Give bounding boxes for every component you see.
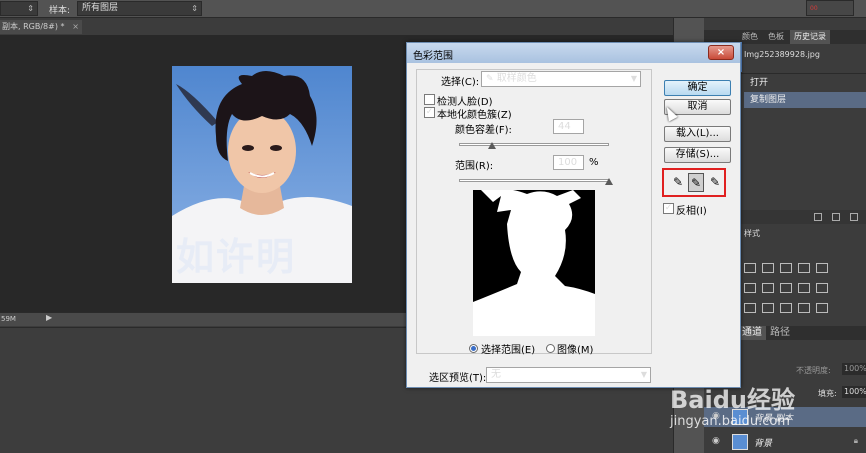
range-slider-thumb[interactable]	[605, 178, 613, 185]
color-balance-icon[interactable]	[762, 283, 774, 293]
hue-icon[interactable]	[744, 283, 756, 293]
brightness-icon[interactable]	[744, 263, 756, 273]
photo-filter-icon[interactable]	[798, 283, 810, 293]
invert-icon[interactable]	[744, 303, 756, 313]
dialog-title: 色彩范围	[413, 51, 453, 62]
preview-dropdown[interactable]: 无 ▼	[486, 367, 651, 383]
chevron-down-icon: ▼	[630, 74, 637, 83]
invert-label: 反相(I)	[676, 206, 707, 217]
tab-paths[interactable]: 路径	[766, 326, 794, 340]
opacity-field[interactable]: 100%	[842, 363, 866, 375]
exposure-icon[interactable]	[798, 263, 810, 273]
eyedropper-icon: ✎	[486, 74, 494, 84]
highlight-box	[662, 168, 726, 197]
image-radio-label: 图像(M)	[557, 345, 594, 356]
document-photo[interactable]: 如许明	[172, 66, 352, 283]
load-button[interactable]: 载入(L)...	[664, 126, 731, 142]
localized-clusters-label: 本地化颜色簇(Z)	[437, 110, 512, 121]
dialog-titlebar[interactable]: 色彩范围 ×	[407, 43, 740, 63]
bw-icon[interactable]	[780, 283, 792, 293]
invert-checkbox[interactable]: ✓	[663, 203, 674, 214]
select-dropdown[interactable]: ✎ 取样颜色 ▼	[481, 71, 641, 87]
range-label: 范围(R):	[455, 161, 494, 172]
close-icon[interactable]: ×	[72, 20, 79, 34]
select-label: 选择(C):	[441, 77, 480, 88]
fuzziness-label: 颜色容差(F):	[455, 125, 512, 136]
ok-button[interactable]: 确定	[664, 80, 731, 96]
top-right-text: 00	[810, 5, 818, 12]
fuzziness-field[interactable]: 44	[553, 119, 584, 134]
threshold-icon[interactable]	[780, 303, 792, 313]
range-unit: %	[589, 157, 599, 168]
sample-value: 所有图层	[82, 3, 119, 13]
gradient-map-icon[interactable]	[798, 303, 810, 313]
save-button[interactable]: 存储(S)...	[664, 147, 731, 163]
tab-channels[interactable]: 通道	[738, 326, 766, 340]
localized-clusters-checkbox[interactable]: ✓	[424, 107, 435, 118]
chevron-down-icon: ⇕	[27, 4, 34, 13]
preview-label: 选区预览(T):	[429, 373, 487, 384]
vibrance-icon[interactable]	[816, 263, 828, 273]
fuzziness-slider-thumb[interactable]	[488, 142, 496, 149]
new-doc-icon[interactable]	[814, 213, 822, 221]
doc-size-status: 59M	[1, 315, 16, 323]
sample-label: 样本:	[49, 6, 71, 16]
history-item-duplicate[interactable]: 复制图层	[744, 92, 866, 108]
posterize-icon[interactable]	[762, 303, 774, 313]
mask-preview	[473, 190, 595, 336]
selective-color-icon[interactable]	[816, 303, 828, 313]
document-tab[interactable]: 副本, RGB/8#) * ×	[0, 20, 82, 34]
close-button[interactable]: ×	[708, 45, 734, 60]
channel-mixer-icon[interactable]	[816, 283, 828, 293]
styles-tab[interactable]: 样式	[744, 228, 760, 239]
tool-preset-select[interactable]: ⇕	[0, 1, 38, 16]
watermark-url: jingyan.baidu.com	[670, 414, 790, 429]
chevron-down-icon: ▼	[640, 370, 647, 379]
tab-swatches[interactable]: 色板	[764, 30, 788, 44]
watermark-logo: Baidu经验	[670, 386, 795, 414]
levels-icon[interactable]	[762, 263, 774, 273]
selection-radio[interactable]	[469, 344, 478, 353]
detect-faces-checkbox[interactable]	[424, 94, 435, 105]
trash-icon[interactable]	[850, 213, 858, 221]
history-item-open[interactable]: 打开	[744, 75, 866, 91]
selection-preview[interactable]	[473, 190, 595, 336]
tab-history[interactable]: 历史记录	[790, 30, 830, 44]
select-value: 取样颜色	[496, 73, 537, 84]
history-source-name: Img252389928.jpg	[744, 50, 820, 59]
range-field[interactable]: 100	[553, 155, 584, 170]
curves-icon[interactable]	[780, 263, 792, 273]
opacity-label: 不透明度:	[796, 366, 831, 375]
watermark: Baidu经验 jingyan.baidu.com	[662, 380, 866, 453]
photo-watermark-text: 如许明	[176, 235, 297, 279]
preview-value: 无	[491, 369, 501, 380]
camera-icon[interactable]	[832, 213, 840, 221]
selection-radio-label: 选择范围(E)	[481, 345, 536, 356]
document-tab-title: 副本, RGB/8#) *	[2, 22, 65, 31]
image-radio[interactable]	[546, 344, 555, 353]
chevron-down-icon: ⇕	[191, 4, 198, 13]
play-icon[interactable]: ▶	[46, 313, 52, 322]
fuzziness-slider-track[interactable]	[459, 143, 609, 146]
sample-select[interactable]: 所有图层 ⇕	[77, 1, 202, 16]
range-slider-track[interactable]	[459, 179, 609, 182]
